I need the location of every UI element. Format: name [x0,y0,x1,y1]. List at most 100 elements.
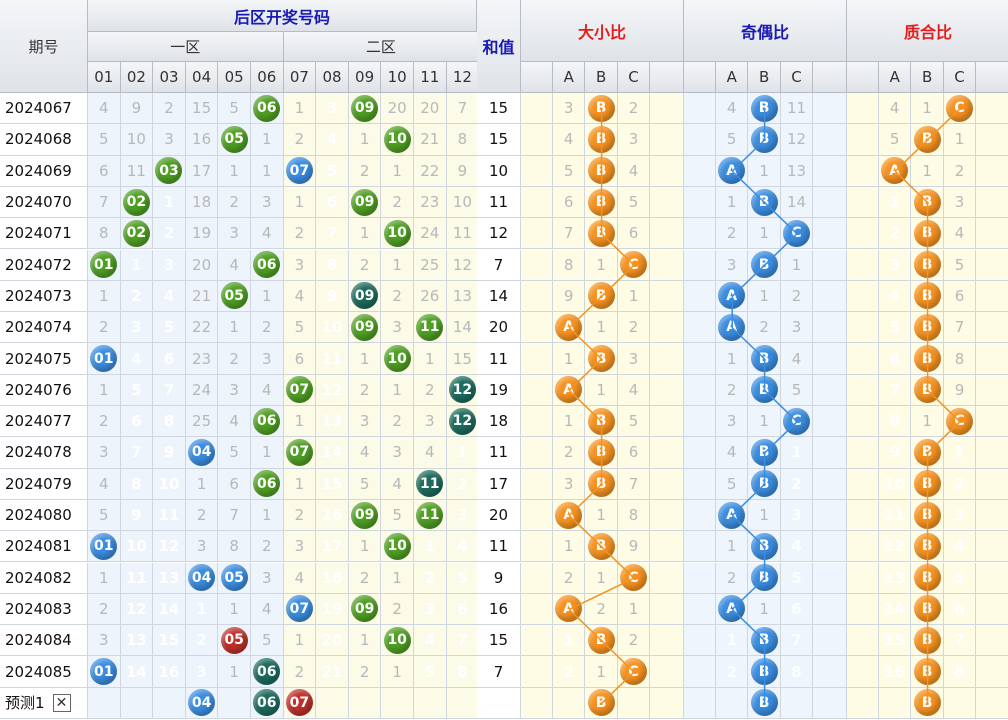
ratio-ball-cell: B [748,249,781,281]
ball-cell: 07 [283,593,317,626]
ratio-miss-cell: 1 [553,343,586,375]
miss-count-cell: 5 [218,93,251,125]
sum-cell: 11 [477,343,521,375]
ball-cell: 06 [251,687,284,719]
miss-count-cell: 1 [218,656,251,688]
close-icon[interactable]: ✕ [52,693,71,712]
ratio-blank-cell [684,124,716,156]
sum-cell: 20 [477,312,521,344]
ratio-header: 大小比 [521,0,684,62]
ratio-ball: B [913,376,941,404]
drawn-ball: 05 [220,626,248,654]
ratio-blank-cell [976,531,1008,563]
ball-cell: 09 [348,93,382,125]
miss-count-cell: 5 [120,374,154,406]
miss-count-cell: 3 [283,531,317,563]
ratio-blank-cell [847,531,879,563]
ratio-miss-cell: 1 [943,437,977,469]
ratio-miss-cell: 1 [585,374,618,406]
miss-count-cell: 13 [120,625,154,657]
drawn-ball: 10 [383,532,411,560]
ratio-ball-cell: C [617,656,651,688]
ratio-ball-cell: B [911,499,944,532]
miss-count-cell: 13 [153,562,186,594]
miss-count-cell: 23 [414,186,447,219]
empty-cell [218,687,251,719]
ratio-ball-cell: B [748,374,781,406]
miss-count-cell: 6 [88,155,121,187]
ball-col-header: 08 [316,62,349,93]
ratio-ball-cell: B [748,343,781,375]
ratio-ball: A [718,595,746,623]
issue-cell: 2024068 [0,124,88,156]
ratio-miss-cell: 1 [716,186,749,219]
miss-count-cell: 21 [316,656,349,688]
issue-cell: 2024085 [0,656,88,688]
ball-cell: 02 [120,186,154,219]
ratio-blank-cell [976,468,1008,500]
ratio-ball-cell: B [911,562,944,594]
ratio-miss-cell: 15 [879,625,912,657]
predict-label-text: 预测1 [5,694,45,713]
ratio-blank-cell [521,155,553,187]
ball-cell: 10 [381,531,414,563]
miss-count-cell: 6 [153,343,186,375]
ratio-miss-cell: 3 [780,312,814,344]
ratio-miss-cell: 4 [943,218,977,250]
ratio-miss-cell: 5 [879,312,912,344]
drawn-ball: 01 [90,658,118,686]
miss-count-cell: 8 [218,531,251,563]
ratio-ball: C [945,94,973,122]
empty-cell [553,687,586,719]
issue-cell: 2024072 [0,249,88,281]
ratio-miss-cell: 8 [780,656,814,688]
ball-cell: 09 [348,499,382,532]
issue-cell: 2024081 [0,531,88,563]
miss-count-cell: 1 [348,531,382,563]
ratio-ball-cell: B [585,218,618,250]
ratio-blank-cell [847,656,879,688]
ratio-blank-cell [813,249,847,281]
ratio-miss-cell: 2 [617,625,651,657]
empty-cell [414,687,447,719]
ratio-blank-cell [813,656,847,688]
ratio-ball: A [718,282,746,310]
ratio-blank-cell [813,374,847,406]
ratio-miss-cell: 2 [716,562,749,594]
ratio-miss-cell: 4 [617,155,651,187]
drawn-ball: 11 [416,313,444,341]
ratio-blank-cell [650,656,684,688]
ratio-miss-cell: 7 [617,468,651,500]
ratio-blank-cell [976,687,1008,719]
ratio-blank-cell [684,531,716,563]
ratio-ball: B [913,125,941,153]
ratio-ball-cell: B [911,437,944,469]
miss-count-cell: 2 [185,625,219,657]
issue-cell: 2024077 [0,406,88,438]
miss-count-cell: 12 [316,374,349,406]
miss-count-cell: 4 [153,280,186,313]
miss-count-cell: 2 [348,155,382,187]
ratio-ball-cell: C [780,218,814,250]
sum-cell: 7 [477,249,521,281]
ball-cell: 10 [381,625,414,657]
ratio-ball: A [718,313,746,341]
ratio-blank-cell [847,468,879,500]
ratio-ball: B [913,658,941,686]
miss-count-cell: 8 [446,124,480,156]
miss-count-cell: 10 [446,186,480,219]
drawn-ball: 07 [285,689,313,717]
miss-count-cell: 19 [316,593,349,626]
ratio-blank-cell [650,155,684,187]
miss-count-cell: 1 [251,280,284,313]
miss-count-cell: 4 [316,124,349,156]
ball-cell: 05 [218,562,251,594]
miss-count-cell: 16 [316,499,349,532]
ratio-ball-cell: B [585,186,618,219]
miss-count-cell: 1 [348,218,382,250]
ratio-ball-cell: C [617,562,651,594]
ratio-blank-cell [813,531,847,563]
miss-count-cell: 1 [381,374,414,406]
ratio-ball: B [913,345,941,373]
ratio-blank-header [813,62,847,93]
